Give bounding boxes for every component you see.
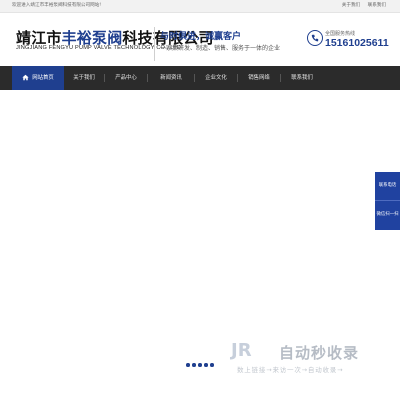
top-links: 关于我们 联系我们: [336, 0, 386, 12]
nav-item-sales-network[interactable]: 销售网络: [238, 66, 280, 90]
watermark: JR 自动秒收录 数上链接→来访一次→自动收录→: [231, 340, 391, 380]
slogan-title: 与时俱进，诚赢客户: [160, 32, 242, 42]
top-link-about[interactable]: 关于我们: [342, 3, 360, 8]
floating-side-panel: 联系电话 微信扫一扫: [375, 172, 400, 230]
home-icon: [22, 74, 29, 81]
carousel-dot[interactable]: [204, 363, 208, 367]
slogan-subtitle: 一家集研发、制造、销售、服务于一体的企业: [160, 45, 281, 52]
top-link-contact[interactable]: 联系我们: [368, 3, 386, 8]
company-name-english: JINGJIANG FENGYU PUMP VALVE TECHNOLOGY C…: [16, 45, 182, 51]
nav-item-about[interactable]: 关于我们: [64, 66, 104, 90]
header-divider: [154, 27, 155, 61]
phone-icon: [307, 30, 323, 46]
carousel-dot[interactable]: [192, 363, 196, 367]
carousel-dot[interactable]: [210, 363, 214, 367]
side-contact-phone-button[interactable]: 联系电话: [375, 172, 400, 201]
nav-item-contact[interactable]: 联系我们: [281, 66, 323, 90]
nav-item-news[interactable]: 新闻资讯: [148, 66, 194, 90]
site-header: 靖江市丰裕泵阀科技有限公司 JINGJIANG FENGYU PUMP VALV…: [0, 13, 400, 65]
carousel-dot[interactable]: [198, 363, 202, 367]
hotline-number[interactable]: 15161025611: [325, 37, 389, 49]
nav-label-home: 网站首页: [32, 75, 54, 81]
hotline-label: 全国服务热线: [325, 31, 356, 37]
watermark-subtitle: 数上链接→来访一次→自动收录→: [237, 366, 344, 374]
watermark-logo: JR: [231, 340, 252, 361]
watermark-title: 自动秒收录: [279, 344, 360, 362]
welcome-text: 欢迎进入靖江市丰裕泵阀科技有限公司网站!: [12, 3, 102, 8]
nav-item-culture[interactable]: 企业文化: [195, 66, 237, 90]
top-bar: 欢迎进入靖江市丰裕泵阀科技有限公司网站! 关于我们 联系我们: [0, 0, 400, 13]
banner-carousel: [0, 90, 400, 380]
side-wechat-button[interactable]: 微信扫一扫: [375, 201, 400, 229]
carousel-dot[interactable]: [186, 363, 190, 367]
main-nav: 网站首页 关于我们 产品中心 新闻资讯 企业文化 销售网络 联系我们: [0, 66, 400, 90]
nav-item-products[interactable]: 产品中心: [105, 66, 147, 90]
nav-item-home[interactable]: 网站首页: [12, 66, 64, 90]
